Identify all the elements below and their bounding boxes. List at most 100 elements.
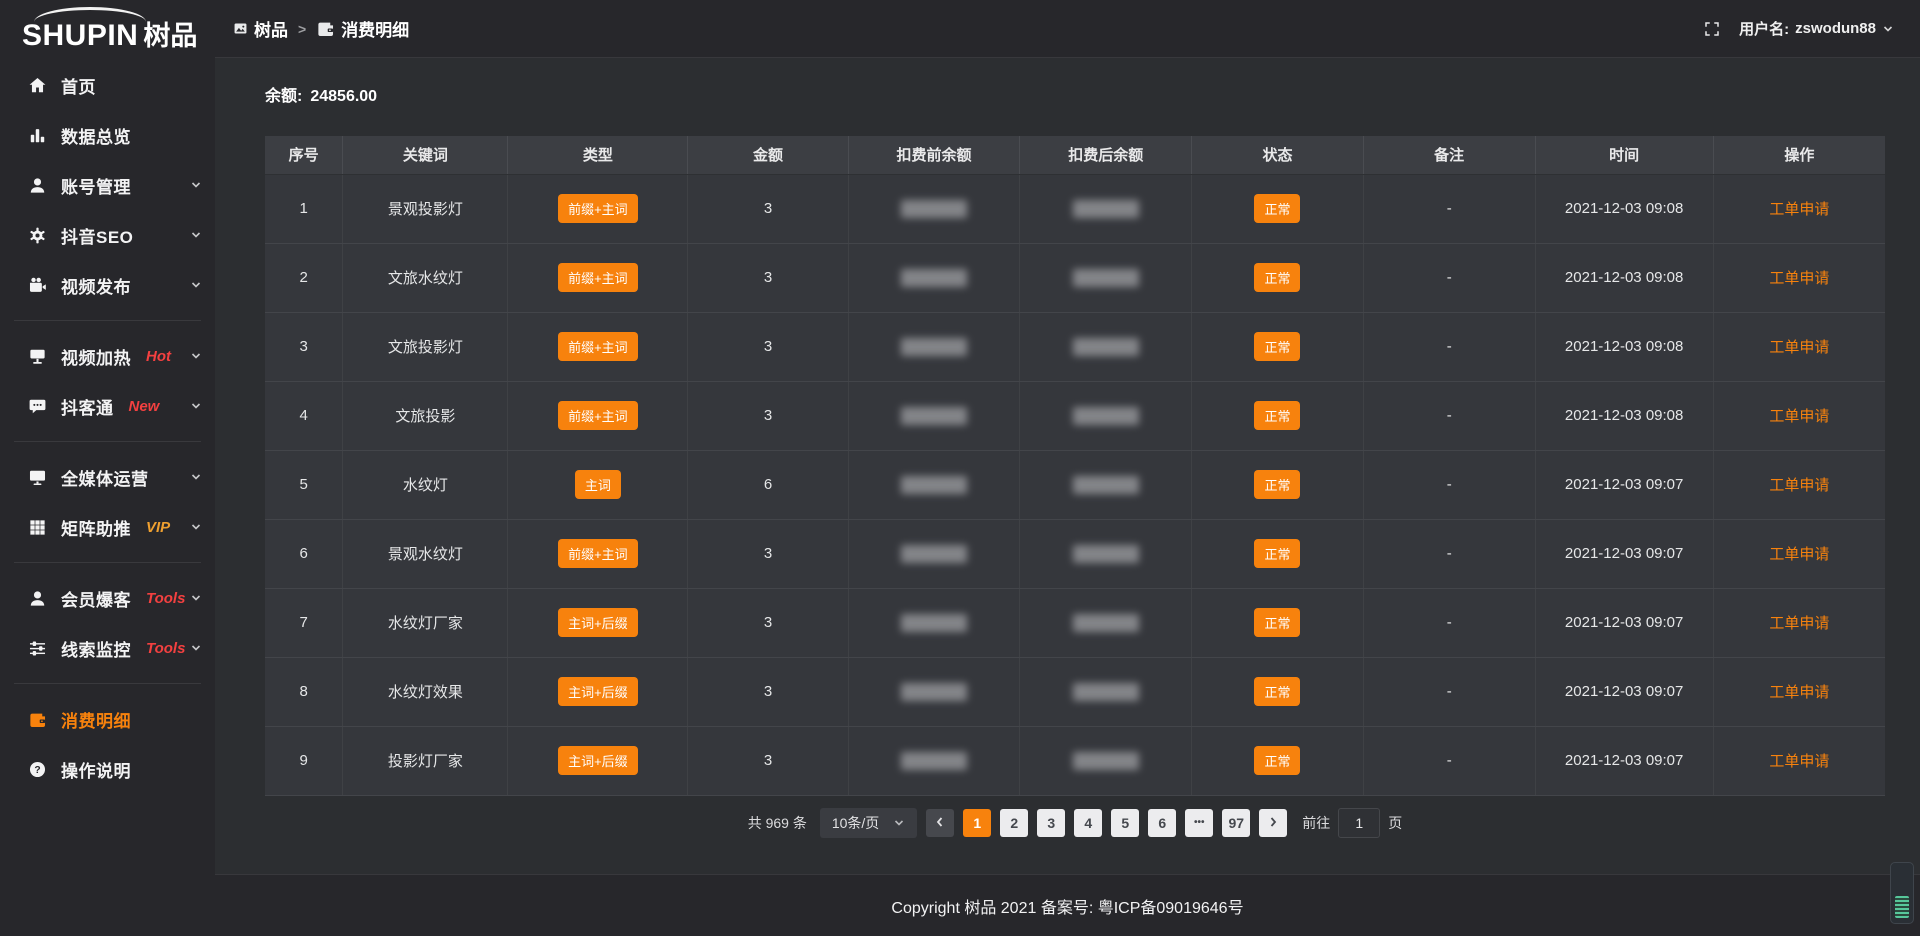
page-button-3[interactable]: 3 <box>1037 809 1065 837</box>
cell-status: 正常 <box>1192 312 1364 381</box>
balance-label: 余额: <box>265 88 302 105</box>
sidebar-item-video-publish[interactable]: 视频发布 <box>0 260 215 310</box>
cell-time: 2021-12-03 09:07 <box>1535 726 1713 795</box>
screen-icon <box>27 346 48 367</box>
sidebar-item-label: 矩阵助推 <box>61 515 131 540</box>
chevron-down-icon <box>1882 23 1894 35</box>
sidebar-divider <box>14 683 201 684</box>
copyright-text: Copyright 树品 2021 备案号: 粤ICP备09019646号 <box>891 894 1243 918</box>
logo: SHUPIN树品 <box>0 0 215 60</box>
masked-value <box>1073 614 1139 632</box>
svg-text:?: ? <box>34 765 40 776</box>
sidebar-item-badge: New <box>129 398 160 415</box>
work-order-link[interactable]: 工单申请 <box>1769 684 1829 701</box>
cell-keyword: 水纹灯厂家 <box>343 588 508 657</box>
work-order-link[interactable]: 工单申请 <box>1769 339 1829 356</box>
sidebar-item-clue-monitor[interactable]: 线索监控Tools <box>0 623 215 673</box>
page-button-5[interactable]: 5 <box>1111 809 1139 837</box>
sidebar-item-consumption-detail[interactable]: 消费明细 <box>0 694 215 744</box>
sidebar-item-badge: Tools <box>146 640 185 657</box>
cell-index: 9 <box>265 726 343 795</box>
column-header-1: 关键词 <box>343 136 508 174</box>
work-order-link[interactable]: 工单申请 <box>1769 408 1829 425</box>
cell-action: 工单申请 <box>1713 519 1885 588</box>
masked-value <box>901 338 967 356</box>
sidebar-item-member-leads[interactable]: 会员爆客Tools <box>0 573 215 623</box>
status-badge: 正常 <box>1254 746 1300 775</box>
work-order-link[interactable]: 工单申请 <box>1769 753 1829 770</box>
cell-time: 2021-12-03 09:07 <box>1535 588 1713 657</box>
masked-value <box>1073 338 1139 356</box>
work-order-link[interactable]: 工单申请 <box>1769 477 1829 494</box>
work-order-link[interactable]: 工单申请 <box>1769 201 1829 218</box>
sidebar-item-operation-guide[interactable]: ?操作说明 <box>0 744 215 794</box>
prev-page-button[interactable] <box>926 809 954 837</box>
pagination: 共 969 条 10条/页 123456 ••• 97 前往 页 <box>265 808 1885 838</box>
sidebar: SHUPIN树品 首页数据总览账号管理抖音SEO 视频发布视频加热Hot抖客通Ne… <box>0 0 215 936</box>
page-size-select[interactable]: 10条/页 <box>820 808 917 838</box>
breadcrumb-item-current[interactable]: 消费明细 <box>316 16 409 41</box>
page-button-6[interactable]: 6 <box>1148 809 1176 837</box>
chevron-down-icon <box>190 471 202 483</box>
page-button-97[interactable]: 97 <box>1222 809 1250 837</box>
cell-status: 正常 <box>1192 174 1364 243</box>
sidebar-item-video-heating[interactable]: 视频加热Hot <box>0 331 215 381</box>
cell-amount: 3 <box>688 312 848 381</box>
jump-label-prefix: 前往 <box>1302 813 1330 833</box>
work-order-link[interactable]: 工单申请 <box>1769 270 1829 287</box>
sidebar-divider <box>14 562 201 563</box>
table-row: 1景观投影灯前缀+主词3正常-2021-12-03 09:08工单申请 <box>265 174 1885 243</box>
logo-brand-text: SHUPIN <box>22 19 138 52</box>
sidebar-item-all-media-operation[interactable]: 全媒体运营 <box>0 452 215 502</box>
sidebar-item-matrix-boost[interactable]: 矩阵助推VIP <box>0 502 215 552</box>
masked-value <box>901 545 967 563</box>
question-icon: ? <box>27 759 48 780</box>
cell-remark: - <box>1363 519 1535 588</box>
masked-value <box>901 614 967 632</box>
user-menu[interactable]: 用户名: zswodun88 <box>1739 18 1894 39</box>
pagination-total: 共 969 条 <box>748 813 807 833</box>
masked-value <box>1073 269 1139 287</box>
page-button-2[interactable]: 2 <box>1000 809 1028 837</box>
page-ellipsis-button[interactable]: ••• <box>1185 809 1213 837</box>
cell-action: 工单申请 <box>1713 450 1885 519</box>
breadcrumb-item-home[interactable]: 树品 <box>233 16 288 41</box>
next-page-button[interactable] <box>1259 809 1287 837</box>
cell-type: 前缀+主词 <box>508 519 688 588</box>
masked-value <box>901 269 967 287</box>
cell-remark: - <box>1363 381 1535 450</box>
masked-value <box>901 407 967 425</box>
browser-corner-widget <box>1890 862 1914 924</box>
status-badge: 正常 <box>1254 263 1300 292</box>
sidebar-item-douyin-seo[interactable]: 抖音SEO <box>0 210 215 260</box>
work-order-link[interactable]: 工单申请 <box>1769 615 1829 632</box>
cell-index: 2 <box>265 243 343 312</box>
fullscreen-icon[interactable] <box>1703 20 1721 38</box>
sidebar-item-home[interactable]: 首页 <box>0 60 215 110</box>
type-badge: 主词+后缀 <box>558 677 638 706</box>
table-row: 9投影灯厂家主词+后缀3正常-2021-12-03 09:07工单申请 <box>265 726 1885 795</box>
work-order-link[interactable]: 工单申请 <box>1769 546 1829 563</box>
page-button-4[interactable]: 4 <box>1074 809 1102 837</box>
cell-keyword: 水纹灯 <box>343 450 508 519</box>
jump-page-input[interactable] <box>1338 808 1380 838</box>
cell-balance-before <box>848 726 1020 795</box>
masked-value <box>901 752 967 770</box>
cell-status: 正常 <box>1192 726 1364 795</box>
sidebar-item-account-management[interactable]: 账号管理 <box>0 160 215 210</box>
page-jump: 前往 页 <box>1302 808 1402 838</box>
cell-index: 5 <box>265 450 343 519</box>
sidebar-item-label: 视频发布 <box>61 273 131 298</box>
chevron-down-icon <box>190 642 202 654</box>
cell-time: 2021-12-03 09:08 <box>1535 174 1713 243</box>
type-badge: 主词+后缀 <box>558 746 638 775</box>
wallet-icon <box>316 19 335 38</box>
status-badge: 正常 <box>1254 608 1300 637</box>
cell-type: 前缀+主词 <box>508 174 688 243</box>
page-button-1[interactable]: 1 <box>963 809 991 837</box>
sidebar-item-data-overview[interactable]: 数据总览 <box>0 110 215 160</box>
sidebar-item-douketong[interactable]: 抖客通New <box>0 381 215 431</box>
masked-value <box>1073 545 1139 563</box>
cell-balance-after <box>1020 312 1192 381</box>
home-icon <box>27 75 48 96</box>
